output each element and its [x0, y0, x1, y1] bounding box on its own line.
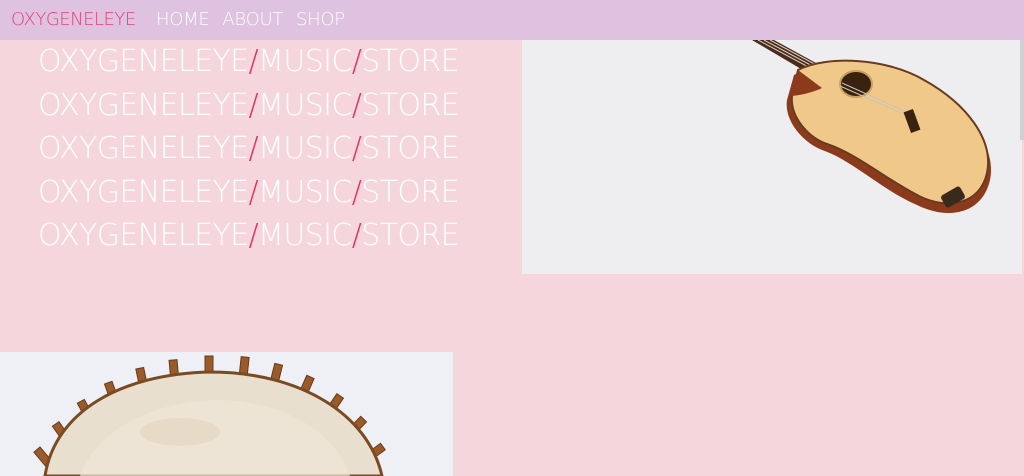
hero-line: OXYGENELEYE/MUSIC/STORE [38, 127, 518, 171]
hero-word-brand: OXYGENELEYE [38, 131, 249, 166]
top-navbar: OXYGENELEYE HOME ABOUT SHOP [0, 0, 1024, 40]
hero-word-store: STORE [361, 131, 460, 166]
hero-word-store: STORE [361, 44, 460, 79]
hero-slash: / [248, 87, 259, 123]
hero-slash: / [351, 131, 362, 166]
hero-line: OXYGENELEYE/MUSIC/STORE [38, 171, 518, 215]
hero-line: OXYGENELEYE/MUSIC/STORE [38, 84, 518, 128]
hero-slash: / [351, 218, 362, 253]
acoustic-bass-guitar-icon [752, 40, 992, 213]
hero-word-music: MUSIC [258, 87, 352, 123]
nav-home-link[interactable]: HOME [156, 9, 210, 30]
hero-word-store: STORE [361, 174, 460, 210]
hero-line: OXYGENELEYE/MUSIC/STORE [38, 40, 518, 84]
drum-product-image[interactable] [0, 352, 453, 476]
hero-text-block: OXYGENELEYE/MUSIC/STORE OXYGENELEYE/MUSI… [38, 40, 518, 258]
hero-slash: / [248, 44, 259, 79]
hero-word-brand: OXYGENELEYE [38, 174, 249, 210]
hero-line: OXYGENELEYE/MUSIC/STORE [38, 214, 518, 258]
hero-word-brand: OXYGENELEYE [38, 218, 249, 253]
nav-links: HOME ABOUT SHOP [156, 9, 358, 30]
hero-slash: / [351, 87, 362, 123]
hero-word-music: MUSIC [258, 44, 352, 79]
hero-slash: / [248, 174, 259, 210]
djembe-drum-icon [33, 355, 386, 476]
nav-about-link[interactable]: ABOUT [222, 9, 283, 30]
hero-word-store: STORE [361, 218, 460, 253]
scrollbar[interactable] [1020, 40, 1024, 140]
hero-word-store: STORE [361, 87, 460, 123]
hero-word-brand: OXYGENELEYE [38, 87, 249, 123]
hero-slash: / [351, 174, 362, 210]
hero-slash: / [351, 44, 362, 79]
hero-slash: / [248, 218, 259, 253]
brand-logo-link[interactable]: OXYGENELEYE [11, 9, 136, 30]
nav-shop-link[interactable]: SHOP [296, 9, 345, 30]
hero-word-music: MUSIC [258, 131, 352, 166]
hero-word-music: MUSIC [258, 218, 352, 253]
guitar-product-image[interactable] [522, 40, 1022, 274]
hero-slash: / [248, 131, 259, 166]
hero-word-brand: OXYGENELEYE [38, 44, 249, 79]
hero-word-music: MUSIC [258, 174, 352, 210]
